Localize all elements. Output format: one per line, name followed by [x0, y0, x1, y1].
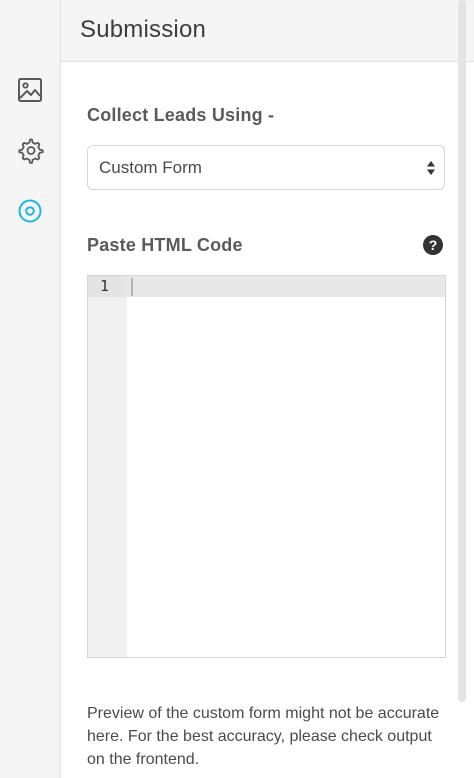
- gear-icon: [18, 138, 44, 164]
- target-icon: [18, 199, 42, 223]
- scrollbar[interactable]: [458, 0, 466, 702]
- rail-item-target[interactable]: [14, 195, 46, 227]
- select-arrows-icon: [427, 161, 435, 175]
- sidebar-rail: [0, 0, 61, 778]
- html-code-editor[interactable]: 1: [87, 275, 446, 658]
- collect-leads-selected-value: Custom Form: [99, 158, 202, 177]
- collect-leads-label: Collect Leads Using -: [87, 105, 275, 125]
- page-title: Submission: [80, 16, 207, 43]
- line-number: 1: [88, 276, 127, 297]
- panel-header: Submission: [61, 0, 474, 62]
- preview-note: Preview of the custom form might not be …: [87, 705, 440, 768]
- collect-leads-select[interactable]: Custom Form: [87, 145, 445, 190]
- rail-item-image[interactable]: [14, 74, 46, 106]
- help-glyph: ?: [428, 237, 438, 253]
- submission-panel: Submission Collect Leads Using - Custom …: [0, 0, 474, 778]
- image-icon: [18, 78, 42, 102]
- paste-html-label: Paste HTML Code: [87, 235, 243, 255]
- rail-item-settings[interactable]: [14, 134, 46, 166]
- active-line-highlight: [127, 276, 445, 297]
- editor-gutter: [88, 276, 127, 657]
- help-icon[interactable]: ?: [423, 235, 443, 255]
- text-cursor: [131, 278, 133, 296]
